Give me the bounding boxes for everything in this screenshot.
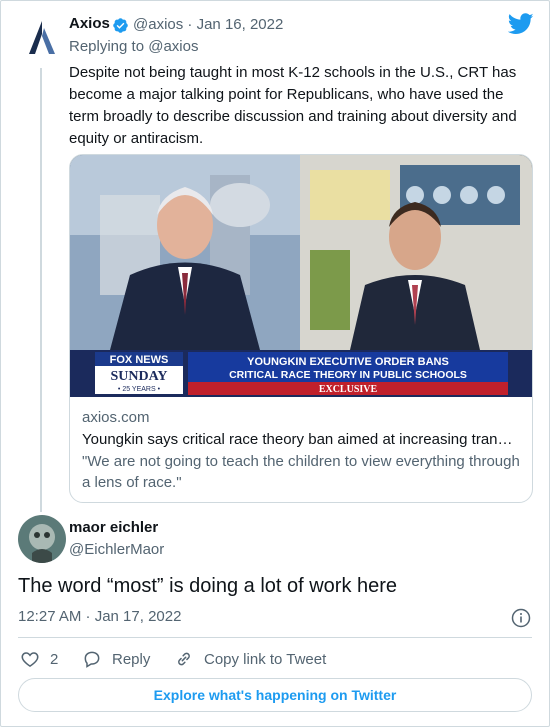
- date-separator: ·: [183, 16, 197, 33]
- twitter-bird-icon[interactable]: [507, 13, 534, 35]
- author-handle-date[interactable]: @axios · Jan 16, 2022: [133, 16, 283, 33]
- banner-years: • 25 YEARS •: [118, 386, 161, 393]
- reply-label: Reply: [112, 650, 151, 668]
- timestamp[interactable]: 12:27 AM · Jan 17, 2022: [18, 608, 181, 625]
- thread-line: [40, 68, 42, 512]
- quote-text: The word “most” is doing a lot of work h…: [18, 575, 398, 597]
- like-button[interactable]: 2: [20, 649, 58, 669]
- heart-icon: [21, 652, 39, 667]
- tweet-text: Despite not being taught in most K-12 sc…: [69, 64, 517, 147]
- quote-author-handle[interactable]: @EichlerMaor: [69, 541, 164, 558]
- divider: [18, 637, 532, 638]
- tweet-date[interactable]: Jan 16, 2022: [197, 16, 284, 33]
- info-icon[interactable]: [511, 608, 531, 628]
- reply-button[interactable]: Reply: [82, 649, 150, 669]
- banner-subheadline: CRITICAL RACE THEORY IN PUBLIC SCHOOLS: [229, 369, 467, 381]
- link-card[interactable]: FOX NEWS SUNDAY • 25 YEARS • YOUNGKIN EX…: [69, 154, 533, 503]
- like-count: 2: [50, 650, 59, 668]
- banner-show: SUNDAY: [110, 369, 167, 384]
- author-name[interactable]: Axios: [69, 15, 110, 32]
- card-image: FOX NEWS SUNDAY • 25 YEARS • YOUNGKIN EX…: [70, 155, 532, 397]
- reply-bubble-icon: [84, 651, 100, 668]
- quote-author-name[interactable]: maor eichler: [69, 519, 158, 536]
- copy-link-button[interactable]: Copy link to Tweet: [174, 649, 326, 669]
- axios-avatar[interactable]: [22, 18, 62, 58]
- replying-to[interactable]: Replying to @axios: [69, 38, 198, 55]
- banner-network: FOX NEWS: [110, 354, 169, 366]
- explore-button[interactable]: Explore what's happening on Twitter: [18, 678, 532, 712]
- copy-link-label: Copy link to Tweet: [204, 650, 327, 668]
- card-description: "We are not going to teach the children …: [82, 453, 520, 491]
- banner-exclusive: EXCLUSIVE: [319, 384, 378, 395]
- avatar[interactable]: [18, 515, 66, 563]
- card-domain: axios.com: [82, 409, 150, 426]
- axios-logo-icon: [29, 21, 55, 54]
- banner-headline: YOUNGKIN EXECUTIVE ORDER BANS: [247, 356, 449, 368]
- link-icon: [178, 652, 190, 666]
- author-handle[interactable]: @axios: [133, 16, 183, 33]
- card-title: Youngkin says critical race theory ban a…: [82, 431, 513, 448]
- verified-badge-icon: [112, 17, 129, 34]
